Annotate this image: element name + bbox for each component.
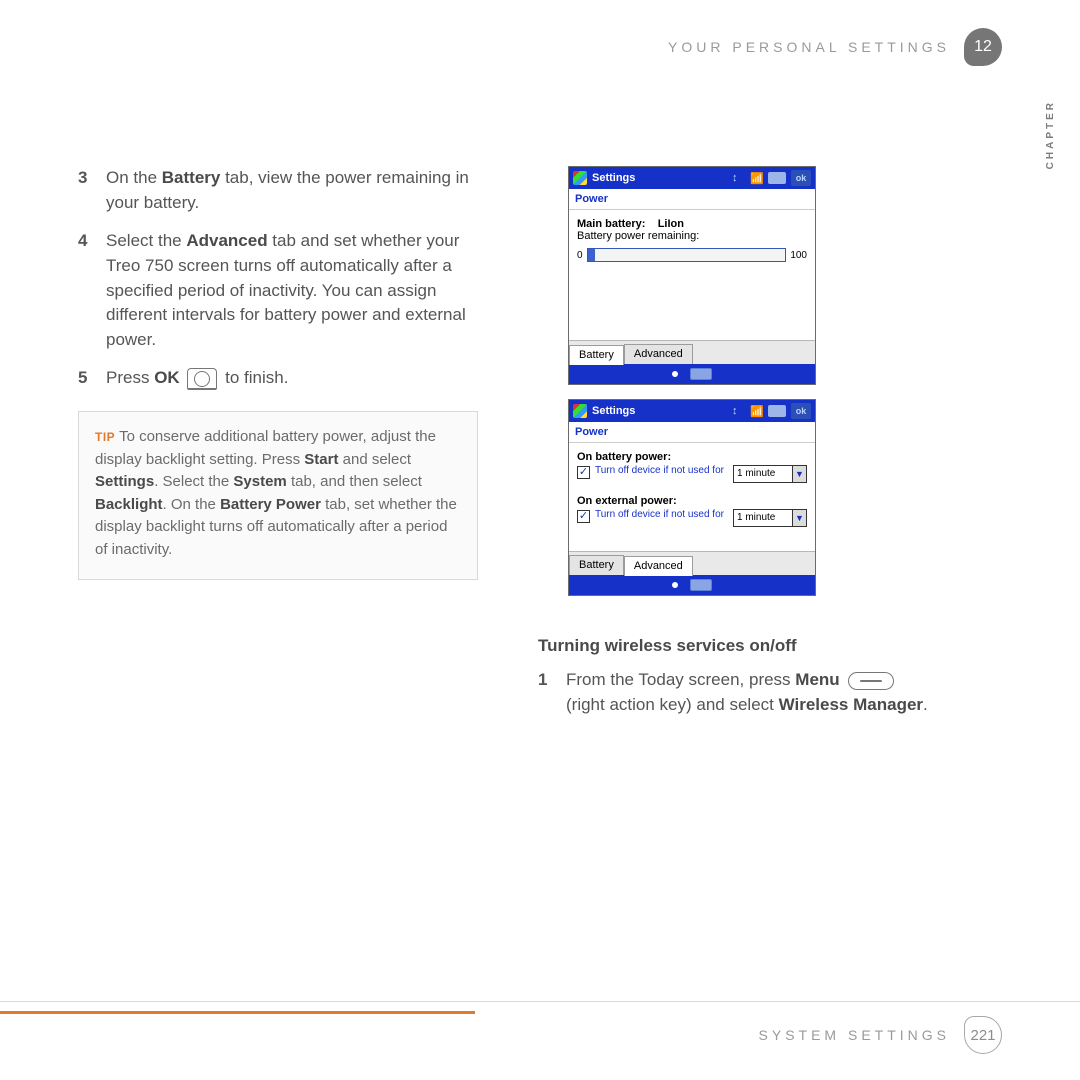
step-number: 4 <box>78 229 92 352</box>
tab-battery[interactable]: Battery <box>569 555 624 575</box>
section-heading: Turning wireless services on/off <box>538 636 938 656</box>
dropdown-value: 1 minute <box>734 510 792 526</box>
signal-icon <box>750 405 764 417</box>
tab-advanced[interactable]: Advanced <box>624 344 693 364</box>
main-battery-row: Main battery: LiIon <box>577 218 807 230</box>
step-3: 3 On the Battery tab, view the power rem… <box>78 166 478 215</box>
dropdown-external-timeout[interactable]: 1 minute ▼ <box>733 509 807 527</box>
checkbox-label: Turn off device if not used for <box>595 465 728 477</box>
step-text: Press OK to finish. <box>106 366 288 391</box>
step-number: 3 <box>78 166 92 215</box>
checkbox-battery[interactable] <box>577 466 590 479</box>
screenshot-power-advanced: Settings ok Power On battery power: <box>568 399 816 596</box>
footer-label: SYSTEM SETTINGS <box>759 1027 950 1043</box>
battery-tab-body: Main battery: LiIon Battery power remain… <box>569 210 815 340</box>
ok-button[interactable]: ok <box>791 403 811 419</box>
battery-progress: 0 100 <box>577 248 807 262</box>
tab-advanced[interactable]: Advanced <box>624 556 693 576</box>
checkbox-label: Turn off device if not used for <box>595 509 728 521</box>
home-dot-icon[interactable] <box>672 582 678 588</box>
on-battery-group: On battery power: Turn off device if not… <box>577 451 807 483</box>
status-icons <box>732 405 786 417</box>
content-columns: 3 On the Battery tab, view the power rem… <box>78 166 1002 731</box>
step-text: Select the Advanced tab and set whether … <box>106 229 478 352</box>
step-number: 1 <box>538 668 552 717</box>
ok-button[interactable]: ok <box>791 170 811 186</box>
status-icons <box>732 172 786 184</box>
chevron-down-icon: ▼ <box>792 466 806 482</box>
tab-strip: Battery Advanced <box>569 551 815 575</box>
screenshot-power-battery: Settings ok Power Main battery: LiIon <box>568 166 816 385</box>
connection-icon <box>732 405 746 417</box>
step-5: 5 Press OK to finish. <box>78 366 478 391</box>
step-1: 1 From the Today screen, press Menu (rig… <box>538 668 938 717</box>
tip-label: TIP <box>95 430 115 444</box>
right-column: Settings ok Power Main battery: LiIon <box>538 166 938 731</box>
chapter-number-badge: 12 <box>964 28 1002 66</box>
page-header: YOUR PERSONAL SETTINGS 12 <box>78 28 1002 66</box>
window-title: Settings <box>592 172 635 184</box>
left-column: 3 On the Battery tab, view the power rem… <box>78 166 478 731</box>
progress-min: 0 <box>577 250 583 261</box>
checkbox-external[interactable] <box>577 510 590 523</box>
home-dot-icon[interactable] <box>672 371 678 377</box>
progress-max: 100 <box>790 250 807 261</box>
step-4: 4 Select the Advanced tab and set whethe… <box>78 229 478 352</box>
advanced-tab-body: On battery power: Turn off device if not… <box>569 443 815 551</box>
device-titlebar: Settings ok <box>569 400 815 422</box>
keyboard-icon[interactable] <box>690 579 712 591</box>
step-text: On the Battery tab, view the power remai… <box>106 166 478 215</box>
device-titlebar: Settings ok <box>569 167 815 189</box>
start-flag-icon[interactable] <box>573 171 587 185</box>
tab-strip: Battery Advanced <box>569 340 815 364</box>
remaining-label: Battery power remaining: <box>577 230 807 242</box>
connection-icon <box>732 172 746 184</box>
page-number-badge: 221 <box>964 1016 1002 1054</box>
page-footer: SYSTEM SETTINGS 221 <box>0 1001 1080 1054</box>
window-title: Settings <box>592 405 635 417</box>
numbered-steps-right: 1 From the Today screen, press Menu (rig… <box>538 668 938 717</box>
device-bottombar <box>569 575 815 595</box>
step-number: 5 <box>78 366 92 391</box>
screen-heading: Power <box>569 189 815 210</box>
page: YOUR PERSONAL SETTINGS 12 CHAPTER 3 On t… <box>0 0 1080 1080</box>
chapter-label: CHAPTER <box>1045 100 1056 169</box>
start-flag-icon[interactable] <box>573 404 587 418</box>
dropdown-battery-timeout[interactable]: 1 minute ▼ <box>733 465 807 483</box>
tab-battery[interactable]: Battery <box>569 345 624 365</box>
speaker-icon <box>768 405 786 417</box>
progress-bar <box>587 248 787 262</box>
device-bottombar <box>569 364 815 384</box>
group-heading: On battery power: <box>577 451 807 463</box>
step-text: From the Today screen, press Menu (right… <box>566 668 938 717</box>
group-heading: On external power: <box>577 495 807 507</box>
speaker-icon <box>768 172 786 184</box>
right-action-key-icon <box>848 672 894 690</box>
signal-icon <box>750 172 764 184</box>
tip-box: TIP To conserve additional battery power… <box>78 411 478 580</box>
keyboard-icon[interactable] <box>690 368 712 380</box>
header-title: YOUR PERSONAL SETTINGS <box>668 39 950 55</box>
ok-key-icon <box>187 368 217 390</box>
chevron-down-icon: ▼ <box>792 510 806 526</box>
on-external-group: On external power: Turn off device if no… <box>577 495 807 527</box>
screen-heading: Power <box>569 422 815 443</box>
numbered-steps: 3 On the Battery tab, view the power rem… <box>78 166 478 391</box>
dropdown-value: 1 minute <box>734 466 792 482</box>
